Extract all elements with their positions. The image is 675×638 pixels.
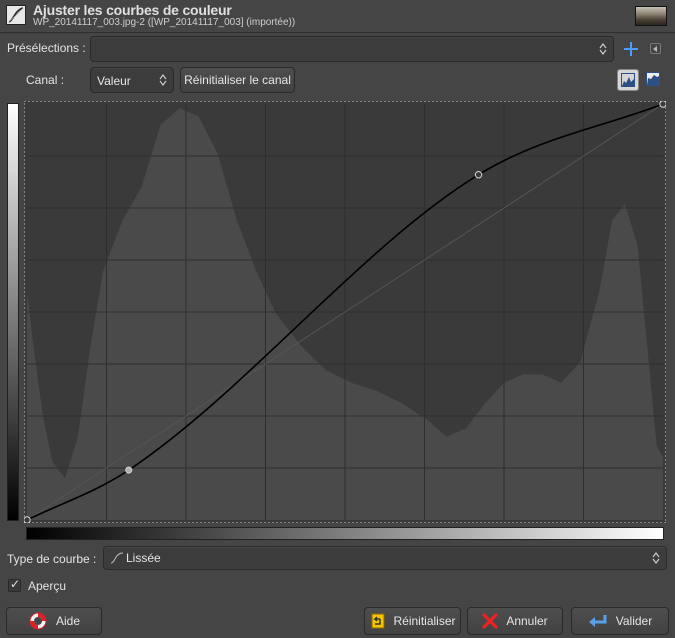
enter-arrow-icon (588, 615, 607, 627)
updown-arrows-icon (652, 552, 660, 564)
output-gradient-bar (7, 103, 19, 521)
dialog-subtitle: WP_20141117_003.jpg-2 ([WP_20141117_003]… (33, 17, 296, 28)
reset-icon (371, 613, 385, 629)
channel-value: Valeur (97, 74, 131, 88)
preview-label: Aperçu (28, 579, 67, 593)
input-gradient-bar (26, 527, 664, 540)
lifebuoy-icon (29, 612, 47, 630)
updown-arrows-icon (159, 74, 167, 86)
preset-menu-icon[interactable] (650, 43, 661, 54)
cancel-button[interactable]: Annuler (467, 607, 563, 635)
reset-channel-button[interactable]: Réinitialiser le canal (180, 67, 295, 93)
curves-tool-icon (6, 5, 26, 25)
curve-type-label: Type de courbe : (7, 552, 97, 566)
curve-control-point[interactable] (474, 171, 483, 179)
curve-type-combo[interactable]: Lissée (103, 546, 667, 570)
ok-button[interactable]: Valider (571, 607, 669, 635)
linear-histogram-toggle[interactable] (617, 69, 639, 91)
presets-combo[interactable] (90, 36, 614, 62)
dialog-title: Ajuster les courbes de couleur (33, 2, 232, 18)
reset-label: Réinitialiser (393, 614, 456, 628)
curve-control-point[interactable] (125, 466, 133, 474)
cancel-icon (482, 613, 498, 629)
curve-type-value: Lissée (126, 551, 161, 565)
channel-label: Canal : (26, 73, 65, 87)
ok-label: Valider (615, 614, 653, 628)
curve-control-point[interactable] (24, 516, 31, 523)
image-thumbnail (635, 6, 667, 26)
log-histogram-icon (646, 72, 660, 86)
reset-button[interactable]: Réinitialiser (364, 607, 461, 635)
curve-control-point[interactable] (659, 101, 666, 108)
channel-combo[interactable]: Valeur (90, 67, 174, 93)
curve-graph[interactable] (24, 101, 666, 523)
help-label: Aide (55, 614, 81, 628)
smooth-curve-icon (110, 552, 124, 564)
cancel-label: Annuler (506, 614, 548, 628)
add-preset-icon[interactable] (624, 42, 638, 56)
preview-checkbox[interactable] (8, 577, 21, 592)
header-divider (0, 32, 675, 33)
updown-arrows-icon (599, 43, 607, 55)
presets-label: Présélections : (7, 41, 86, 55)
log-histogram-toggle[interactable] (643, 69, 665, 91)
dialog-header: Ajuster les courbes de couleur WP_201411… (0, 0, 675, 32)
linear-histogram-icon (621, 73, 635, 87)
help-button[interactable]: Aide (6, 607, 102, 635)
